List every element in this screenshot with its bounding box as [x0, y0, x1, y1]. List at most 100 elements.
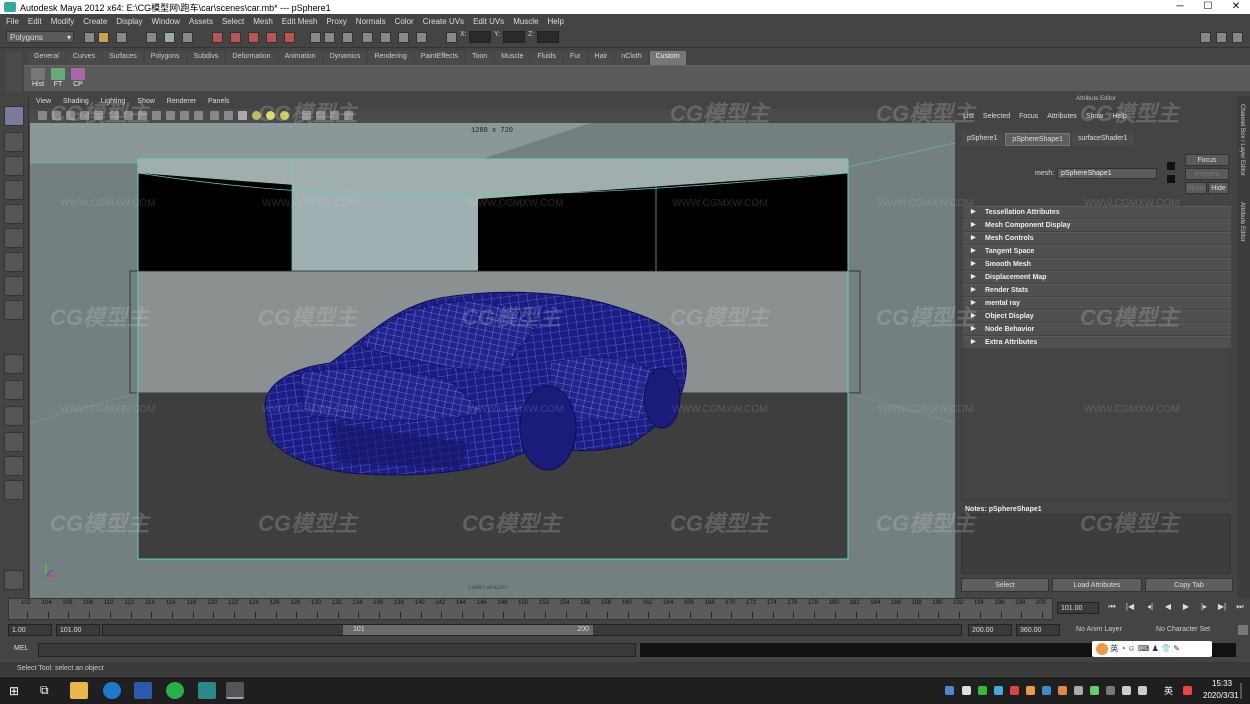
- tray-icon[interactable]: [1090, 686, 1099, 695]
- shelf-tab-fluids[interactable]: Fluids: [531, 51, 563, 65]
- show-button[interactable]: Show: [1185, 182, 1207, 194]
- grid-icon[interactable]: [94, 111, 103, 120]
- menu-help[interactable]: Help: [548, 17, 564, 26]
- menu-window[interactable]: Window: [152, 17, 180, 26]
- open-scene-icon[interactable]: [98, 32, 109, 43]
- bookmark-icon[interactable]: [66, 111, 75, 120]
- clock-date[interactable]: 2020/3/31: [1203, 691, 1239, 700]
- single-perspective-layout-icon[interactable]: [4, 354, 24, 374]
- ae-tab-psphere1[interactable]: pSphere1: [961, 133, 1004, 146]
- isolate-select-icon[interactable]: [302, 111, 311, 120]
- show-manipulator-icon[interactable]: [4, 300, 24, 320]
- menu-create[interactable]: Create: [83, 17, 107, 26]
- shelf-button-hist[interactable]: Hist: [28, 68, 48, 88]
- move-tool-icon[interactable]: [4, 180, 24, 200]
- ae-tab-psphereshape1[interactable]: pSphereShape1: [1005, 133, 1070, 146]
- vp-menu-show[interactable]: Show: [137, 98, 155, 108]
- universal-manipulator-icon[interactable]: [4, 252, 24, 272]
- range-slider[interactable]: 101 200: [102, 624, 962, 636]
- tray-icon[interactable]: [1074, 686, 1083, 695]
- all-lights-icon[interactable]: [266, 111, 275, 120]
- copy-tab-button[interactable]: Copy Tab: [1145, 578, 1233, 592]
- sogou-tray-icon[interactable]: [1183, 686, 1192, 695]
- shelf-tab-general[interactable]: General: [28, 51, 65, 65]
- vp-menu-view[interactable]: View: [36, 98, 51, 108]
- section-node-behavior[interactable]: Node Behavior: [963, 323, 1231, 335]
- mode-selector[interactable]: Polygons: [6, 31, 74, 43]
- file-explorer-icon[interactable]: [70, 682, 88, 699]
- menu-edit-mesh[interactable]: Edit Mesh: [282, 17, 318, 26]
- shelf-tab-surfaces[interactable]: Surfaces: [103, 51, 143, 65]
- select-hierarchy-icon[interactable]: [146, 32, 157, 43]
- ae-menu-help[interactable]: Help: [1112, 113, 1126, 120]
- menu-assets[interactable]: Assets: [189, 17, 213, 26]
- shelf-tab-curves[interactable]: Curves: [66, 51, 102, 65]
- section-mental-ray[interactable]: mental ray: [963, 297, 1231, 309]
- rotate-tool-icon[interactable]: [4, 204, 24, 224]
- ipr-render-icon[interactable]: [380, 32, 391, 43]
- focus-button[interactable]: Focus: [1185, 154, 1229, 166]
- tray-icon[interactable]: [945, 686, 954, 695]
- default-light-icon[interactable]: [252, 111, 261, 120]
- snap-point-icon[interactable]: [248, 32, 259, 43]
- hypershade-icon[interactable]: [416, 32, 427, 43]
- menu-edit-uvs[interactable]: Edit UVs: [473, 17, 504, 26]
- shelf-tab-toon[interactable]: Toon: [465, 51, 494, 65]
- step-back-frame-icon[interactable]: ◂|: [1144, 602, 1156, 614]
- ae-menu-list[interactable]: List: [963, 113, 974, 120]
- four-view-layout-icon[interactable]: [4, 380, 24, 400]
- shadows-icon[interactable]: [280, 111, 289, 120]
- vp-menu-lighting[interactable]: Lighting: [101, 98, 126, 108]
- render-settings-icon[interactable]: [398, 32, 409, 43]
- section-tessellation[interactable]: Tessellation Attributes: [963, 206, 1231, 218]
- graph-editor-layout-icon[interactable]: [4, 432, 24, 452]
- shelf-tab-polygons[interactable]: Polygons: [144, 51, 186, 65]
- step-forward-frame-icon[interactable]: |▸: [1198, 602, 1210, 614]
- ime-toolbar[interactable]: 英 ◔ ☺ ⌨ ♟ 👕 ✎: [1092, 641, 1212, 657]
- maximize-button[interactable]: ☐: [1194, 0, 1222, 14]
- animation-start-field[interactable]: 1.00: [8, 624, 52, 636]
- shelf-tab-rendering[interactable]: Rendering: [368, 51, 413, 65]
- scale-tool-icon[interactable]: [4, 228, 24, 248]
- menu-edit[interactable]: Edit: [28, 17, 42, 26]
- y-field[interactable]: [503, 31, 525, 43]
- show-desktop-button[interactable]: [1240, 683, 1242, 699]
- new-scene-icon[interactable]: [84, 32, 95, 43]
- shelf-tab-hair[interactable]: Hair: [588, 51, 614, 65]
- task-view-icon[interactable]: ⧉: [40, 683, 49, 698]
- channel-box-tab[interactable]: Channel Box / Layer Editor: [1239, 104, 1245, 176]
- shelf-button-ft[interactable]: FT: [48, 68, 68, 88]
- film-gate-icon[interactable]: [110, 111, 119, 120]
- attributes-scroll-area[interactable]: [961, 350, 1231, 500]
- shelf-tab-ncloth[interactable]: nCloth: [615, 51, 648, 65]
- shelf-menu-icon[interactable]: [6, 52, 22, 92]
- close-button[interactable]: ✕: [1222, 0, 1250, 14]
- menu-color[interactable]: Color: [395, 17, 414, 26]
- select-tool-icon[interactable]: [4, 106, 24, 126]
- hud-icon[interactable]: [344, 111, 353, 120]
- shelf-tab-animation[interactable]: Animation: [278, 51, 322, 65]
- tray-icon[interactable]: [1042, 686, 1051, 695]
- section-displacement-map[interactable]: Displacement Map: [963, 271, 1231, 283]
- menu-create-uvs[interactable]: Create UVs: [423, 17, 464, 26]
- mesh-name-field[interactable]: pSphereShape1: [1057, 168, 1157, 179]
- vp-menu-shading[interactable]: Shading: [63, 98, 89, 108]
- gate-mask-icon[interactable]: [138, 111, 147, 120]
- camera-select-icon[interactable]: [38, 111, 47, 120]
- command-input[interactable]: [38, 643, 636, 657]
- range-slider-handle[interactable]: 101 200: [343, 625, 593, 635]
- maya-taskbar-icon[interactable]: [198, 682, 216, 699]
- section-extra-attributes[interactable]: Extra Attributes: [963, 336, 1231, 348]
- section-tangent-space[interactable]: Tangent Space: [963, 245, 1231, 257]
- ae-menu-show[interactable]: Show: [1086, 113, 1104, 120]
- xray-joints-icon[interactable]: [330, 111, 339, 120]
- wireframe-icon[interactable]: [210, 111, 219, 120]
- snap-view-icon[interactable]: [266, 32, 277, 43]
- input-connection-icon[interactable]: [1167, 162, 1175, 170]
- construction-icon[interactable]: [324, 32, 335, 43]
- attribute-editor-toggle-icon[interactable]: [1216, 32, 1227, 43]
- go-to-start-icon[interactable]: ⏮: [1106, 602, 1118, 614]
- input-language[interactable]: 英: [1164, 684, 1173, 697]
- presets-button[interactable]: Presets: [1185, 168, 1229, 180]
- camera-attributes-icon[interactable]: [52, 111, 61, 120]
